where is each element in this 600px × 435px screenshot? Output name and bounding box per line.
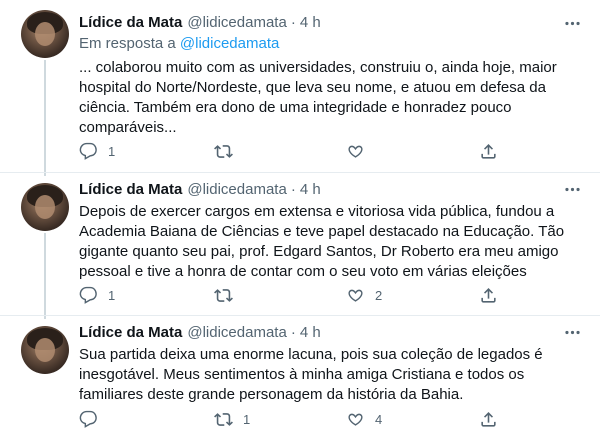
share-button[interactable] — [479, 285, 498, 305]
author-name[interactable]: Lídice da Mata — [79, 181, 182, 198]
retweet-count: 1 — [243, 411, 251, 427]
like-button[interactable]: 2 — [346, 285, 382, 305]
tweet-actions: 1 — [79, 141, 509, 161]
share-button[interactable] — [479, 409, 498, 429]
reply-count: 1 — [108, 143, 116, 159]
author-name[interactable]: Lídice da Mata — [79, 14, 182, 31]
tweet-text: Sua partida deixa uma enorme lacuna, poi… — [79, 346, 543, 403]
like-button[interactable] — [346, 141, 375, 161]
reply-icon — [79, 142, 97, 160]
reply-icon — [79, 286, 97, 304]
heart-icon — [348, 145, 363, 158]
reply-mention-link[interactable]: @lidicedamata — [180, 35, 279, 52]
retweet-icon — [214, 412, 233, 426]
tweet-2[interactable]: Lídice da Mata @lidicedamata · 4 h Depoi… — [0, 173, 600, 319]
heart-icon — [348, 289, 363, 302]
author-handle[interactable]: @lidicedamata — [187, 14, 286, 31]
tweet-3[interactable]: Lídice da Mata @lidicedamata · 4 h Sua p… — [0, 316, 600, 435]
reply-button[interactable] — [79, 409, 108, 429]
author-name[interactable]: Lídice da Mata — [79, 324, 182, 341]
share-icon — [481, 411, 496, 427]
author-handle[interactable]: @lidicedamata — [187, 324, 286, 341]
timestamp[interactable]: 4 h — [300, 324, 321, 341]
heart-icon — [348, 413, 363, 426]
tweet-actions: 1 2 — [79, 285, 509, 305]
reply-button[interactable]: 1 — [79, 141, 115, 161]
thread-line — [44, 60, 46, 176]
tweet-header: Lídice da Mata @lidicedamata · 4 h — [79, 12, 321, 32]
like-count: 4 — [375, 411, 383, 427]
tweet-1[interactable]: Lídice da Mata @lidicedamata · 4 h Em re… — [0, 0, 600, 176]
more-icon[interactable] — [562, 179, 582, 199]
share-button[interactable] — [479, 141, 498, 161]
tweet-text: Depois de exercer cargos em extensa e vi… — [79, 203, 565, 280]
author-handle[interactable]: @lidicedamata — [187, 181, 286, 198]
retweet-button[interactable]: 1 — [214, 409, 250, 429]
retweet-button[interactable] — [214, 285, 243, 305]
tweet-header: Lídice da Mata @lidicedamata · 4 h — [79, 322, 321, 342]
separator-dot: · — [290, 13, 296, 31]
more-icon[interactable] — [562, 13, 582, 33]
tweet-actions: 1 4 — [79, 409, 509, 429]
separator-dot: · — [290, 180, 296, 198]
avatar[interactable] — [21, 183, 69, 231]
tweet-header: Lídice da Mata @lidicedamata · 4 h — [79, 179, 321, 199]
retweet-icon — [214, 144, 233, 158]
timestamp[interactable]: 4 h — [300, 181, 321, 198]
timestamp[interactable]: 4 h — [300, 14, 321, 31]
share-icon — [481, 287, 496, 303]
reply-prefix: Em resposta a — [79, 35, 176, 52]
reply-button[interactable]: 1 — [79, 285, 115, 305]
share-icon — [481, 143, 496, 159]
avatar[interactable] — [21, 10, 69, 58]
avatar[interactable] — [21, 326, 69, 374]
reply-count: 1 — [108, 287, 116, 303]
retweet-icon — [214, 288, 233, 302]
separator-dot: · — [290, 323, 296, 341]
more-icon[interactable] — [562, 322, 582, 342]
thread-line — [44, 233, 46, 319]
reply-context: Em resposta a @lidicedamata — [79, 35, 279, 52]
like-button[interactable]: 4 — [346, 409, 382, 429]
tweet-text: ... colaborou muito com as universidades… — [79, 59, 557, 136]
like-count: 2 — [375, 287, 383, 303]
reply-icon — [79, 410, 97, 428]
retweet-button[interactable] — [214, 141, 243, 161]
